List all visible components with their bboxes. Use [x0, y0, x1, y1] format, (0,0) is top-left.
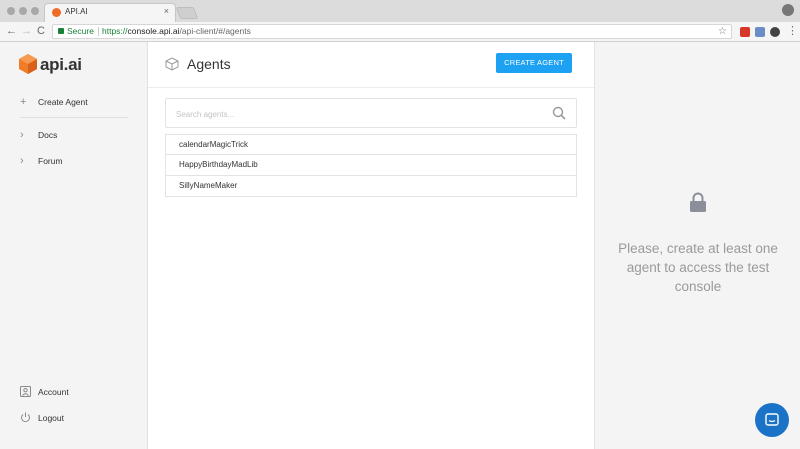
api-ai-logo-icon — [19, 54, 37, 74]
browser-toolbar: ← → C Secure https://console.api.ai/api-… — [0, 22, 800, 42]
forward-icon[interactable]: → — [21, 24, 32, 38]
agent-list-item[interactable]: calendarMagicTrick — [165, 134, 577, 155]
logo-text: api.ai — [40, 55, 82, 74]
url-text[interactable]: https://console.api.ai/api-client/#/agen… — [102, 25, 251, 38]
profile-icon[interactable] — [782, 4, 794, 16]
account-icon — [20, 386, 31, 397]
sidebar-item-label: Create Agent — [38, 97, 88, 107]
sidebar-item-label: Logout — [38, 413, 64, 423]
sidebar-item-account[interactable]: Account — [0, 384, 148, 402]
agent-list-item[interactable]: SillyNameMaker — [165, 176, 577, 197]
sidebar-item-label: Forum — [38, 156, 63, 166]
create-agent-button[interactable]: CREATE AGENT — [496, 53, 572, 73]
browser-tabbar: API.AI × — [0, 0, 800, 22]
lock-icon — [690, 192, 706, 212]
sidebar-item-label: Docs — [38, 130, 58, 140]
search-input[interactable] — [176, 107, 536, 121]
address-separator — [98, 27, 99, 36]
secure-lock-icon — [58, 28, 64, 34]
address-bar[interactable]: Secure https://console.api.ai/api-client… — [52, 24, 732, 39]
plus-icon: + — [20, 96, 27, 108]
main-panel: Agents CREATE AGENT calendarMagicTrick H… — [148, 42, 594, 449]
minimize-window-dot[interactable] — [19, 7, 27, 15]
browser-menu-icon[interactable]: ⋮ — [787, 24, 798, 38]
sidebar-item-docs[interactable]: › Docs — [0, 127, 148, 145]
url-host: console.api.ai — [127, 26, 180, 36]
search-box — [165, 98, 577, 128]
page-header: Agents CREATE AGENT — [148, 42, 594, 88]
sidebar-divider — [20, 117, 128, 118]
power-icon — [21, 412, 30, 423]
chevron-right-icon: › — [20, 129, 24, 141]
agent-list-item[interactable]: HappyBirthdayMadLib — [165, 155, 577, 176]
url-scheme: https:// — [102, 26, 128, 36]
new-tab-button[interactable] — [175, 7, 199, 19]
sidebar-item-label: Account — [38, 387, 69, 397]
tab-title: API.AI — [65, 7, 88, 16]
extension-icon[interactable] — [740, 27, 750, 37]
page-title: Agents — [187, 56, 231, 72]
sidebar-item-create-agent[interactable]: + Create Agent — [0, 94, 148, 112]
sidebar-item-logout[interactable]: Logout — [0, 410, 148, 428]
close-window-dot[interactable] — [7, 7, 15, 15]
reload-icon[interactable]: C — [37, 24, 45, 38]
sidebar-item-forum[interactable]: › Forum — [0, 153, 148, 171]
maximize-window-dot[interactable] — [31, 7, 39, 15]
secure-label: Secure — [67, 26, 94, 36]
back-icon[interactable]: ← — [6, 24, 17, 38]
agent-list: calendarMagicTrick HappyBirthdayMadLib S… — [165, 134, 577, 197]
url-path: /api-client/#/agents — [179, 26, 251, 36]
search-icon[interactable] — [552, 106, 566, 120]
bookmark-star-icon[interactable]: ☆ — [718, 25, 727, 38]
test-console-panel: Please, create at least one agent to acc… — [594, 42, 800, 449]
chevron-right-icon: › — [20, 155, 24, 167]
chat-launcher-button[interactable] — [755, 403, 789, 437]
agents-cube-icon — [165, 57, 179, 71]
console-message: Please, create at least one agent to acc… — [618, 241, 778, 294]
browser-tab[interactable]: API.AI × — [44, 3, 176, 22]
extension-icon[interactable] — [770, 27, 780, 37]
chat-icon — [765, 413, 779, 426]
extension-icon[interactable] — [755, 27, 765, 37]
favicon-icon — [52, 8, 61, 17]
sidebar: api.ai + Create Agent › Docs › Forum Acc… — [0, 42, 148, 449]
tab-close-icon[interactable]: × — [164, 6, 169, 16]
